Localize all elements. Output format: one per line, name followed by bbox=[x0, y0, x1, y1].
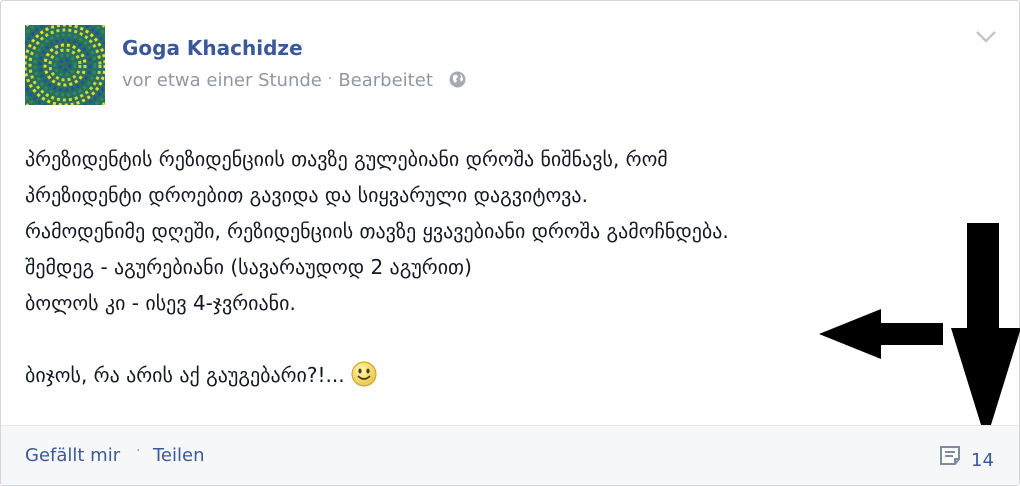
like-link[interactable]: Gefällt mir bbox=[25, 445, 120, 466]
post-time[interactable]: vor etwa einer Stunde bbox=[122, 70, 322, 91]
post-line: შემდეგ - აგურებიანი (სავარაუდოდ 2 აგურით… bbox=[25, 255, 472, 279]
post-last-line: ბიჯოს, რა არის აქ გაუგებარი?!... bbox=[25, 357, 985, 393]
arrow-left-annotation bbox=[819, 309, 943, 359]
post-line: პრეზიდენტი დროებით გავიდა და სიყვარული დ… bbox=[25, 183, 588, 207]
post-line: ბიჯოს, რა არის აქ გაუგებარი?!... bbox=[25, 363, 345, 387]
author-name[interactable]: Goga Khachidze bbox=[122, 36, 303, 60]
optical-illusion-avatar-icon bbox=[25, 25, 105, 105]
action-separator: · bbox=[136, 443, 141, 459]
smiley-icon bbox=[351, 361, 377, 387]
comment-icon[interactable] bbox=[939, 445, 963, 467]
post-line: რამოდენიმე დღეში, რეზიდენციის თავზე ყვავ… bbox=[25, 219, 729, 243]
post-meta: vor etwa einer Stunde · Bearbeitet bbox=[122, 70, 466, 91]
post-card: Goga Khachidze vor etwa einer Stunde · Bea… bbox=[0, 0, 1020, 486]
globe-icon[interactable] bbox=[449, 71, 466, 88]
comment-count[interactable]: 14 bbox=[971, 450, 994, 471]
arrow-down-annotation bbox=[951, 223, 1020, 441]
author-avatar[interactable] bbox=[25, 25, 105, 105]
edited-label[interactable]: Bearbeitet bbox=[338, 70, 433, 91]
share-link[interactable]: Teilen bbox=[153, 445, 205, 466]
meta-separator: · bbox=[327, 71, 333, 87]
chevron-down-icon[interactable] bbox=[975, 29, 997, 45]
post-line: პრეზიდენტის რეზიდენციის თავზე გულებიანი … bbox=[25, 147, 668, 171]
